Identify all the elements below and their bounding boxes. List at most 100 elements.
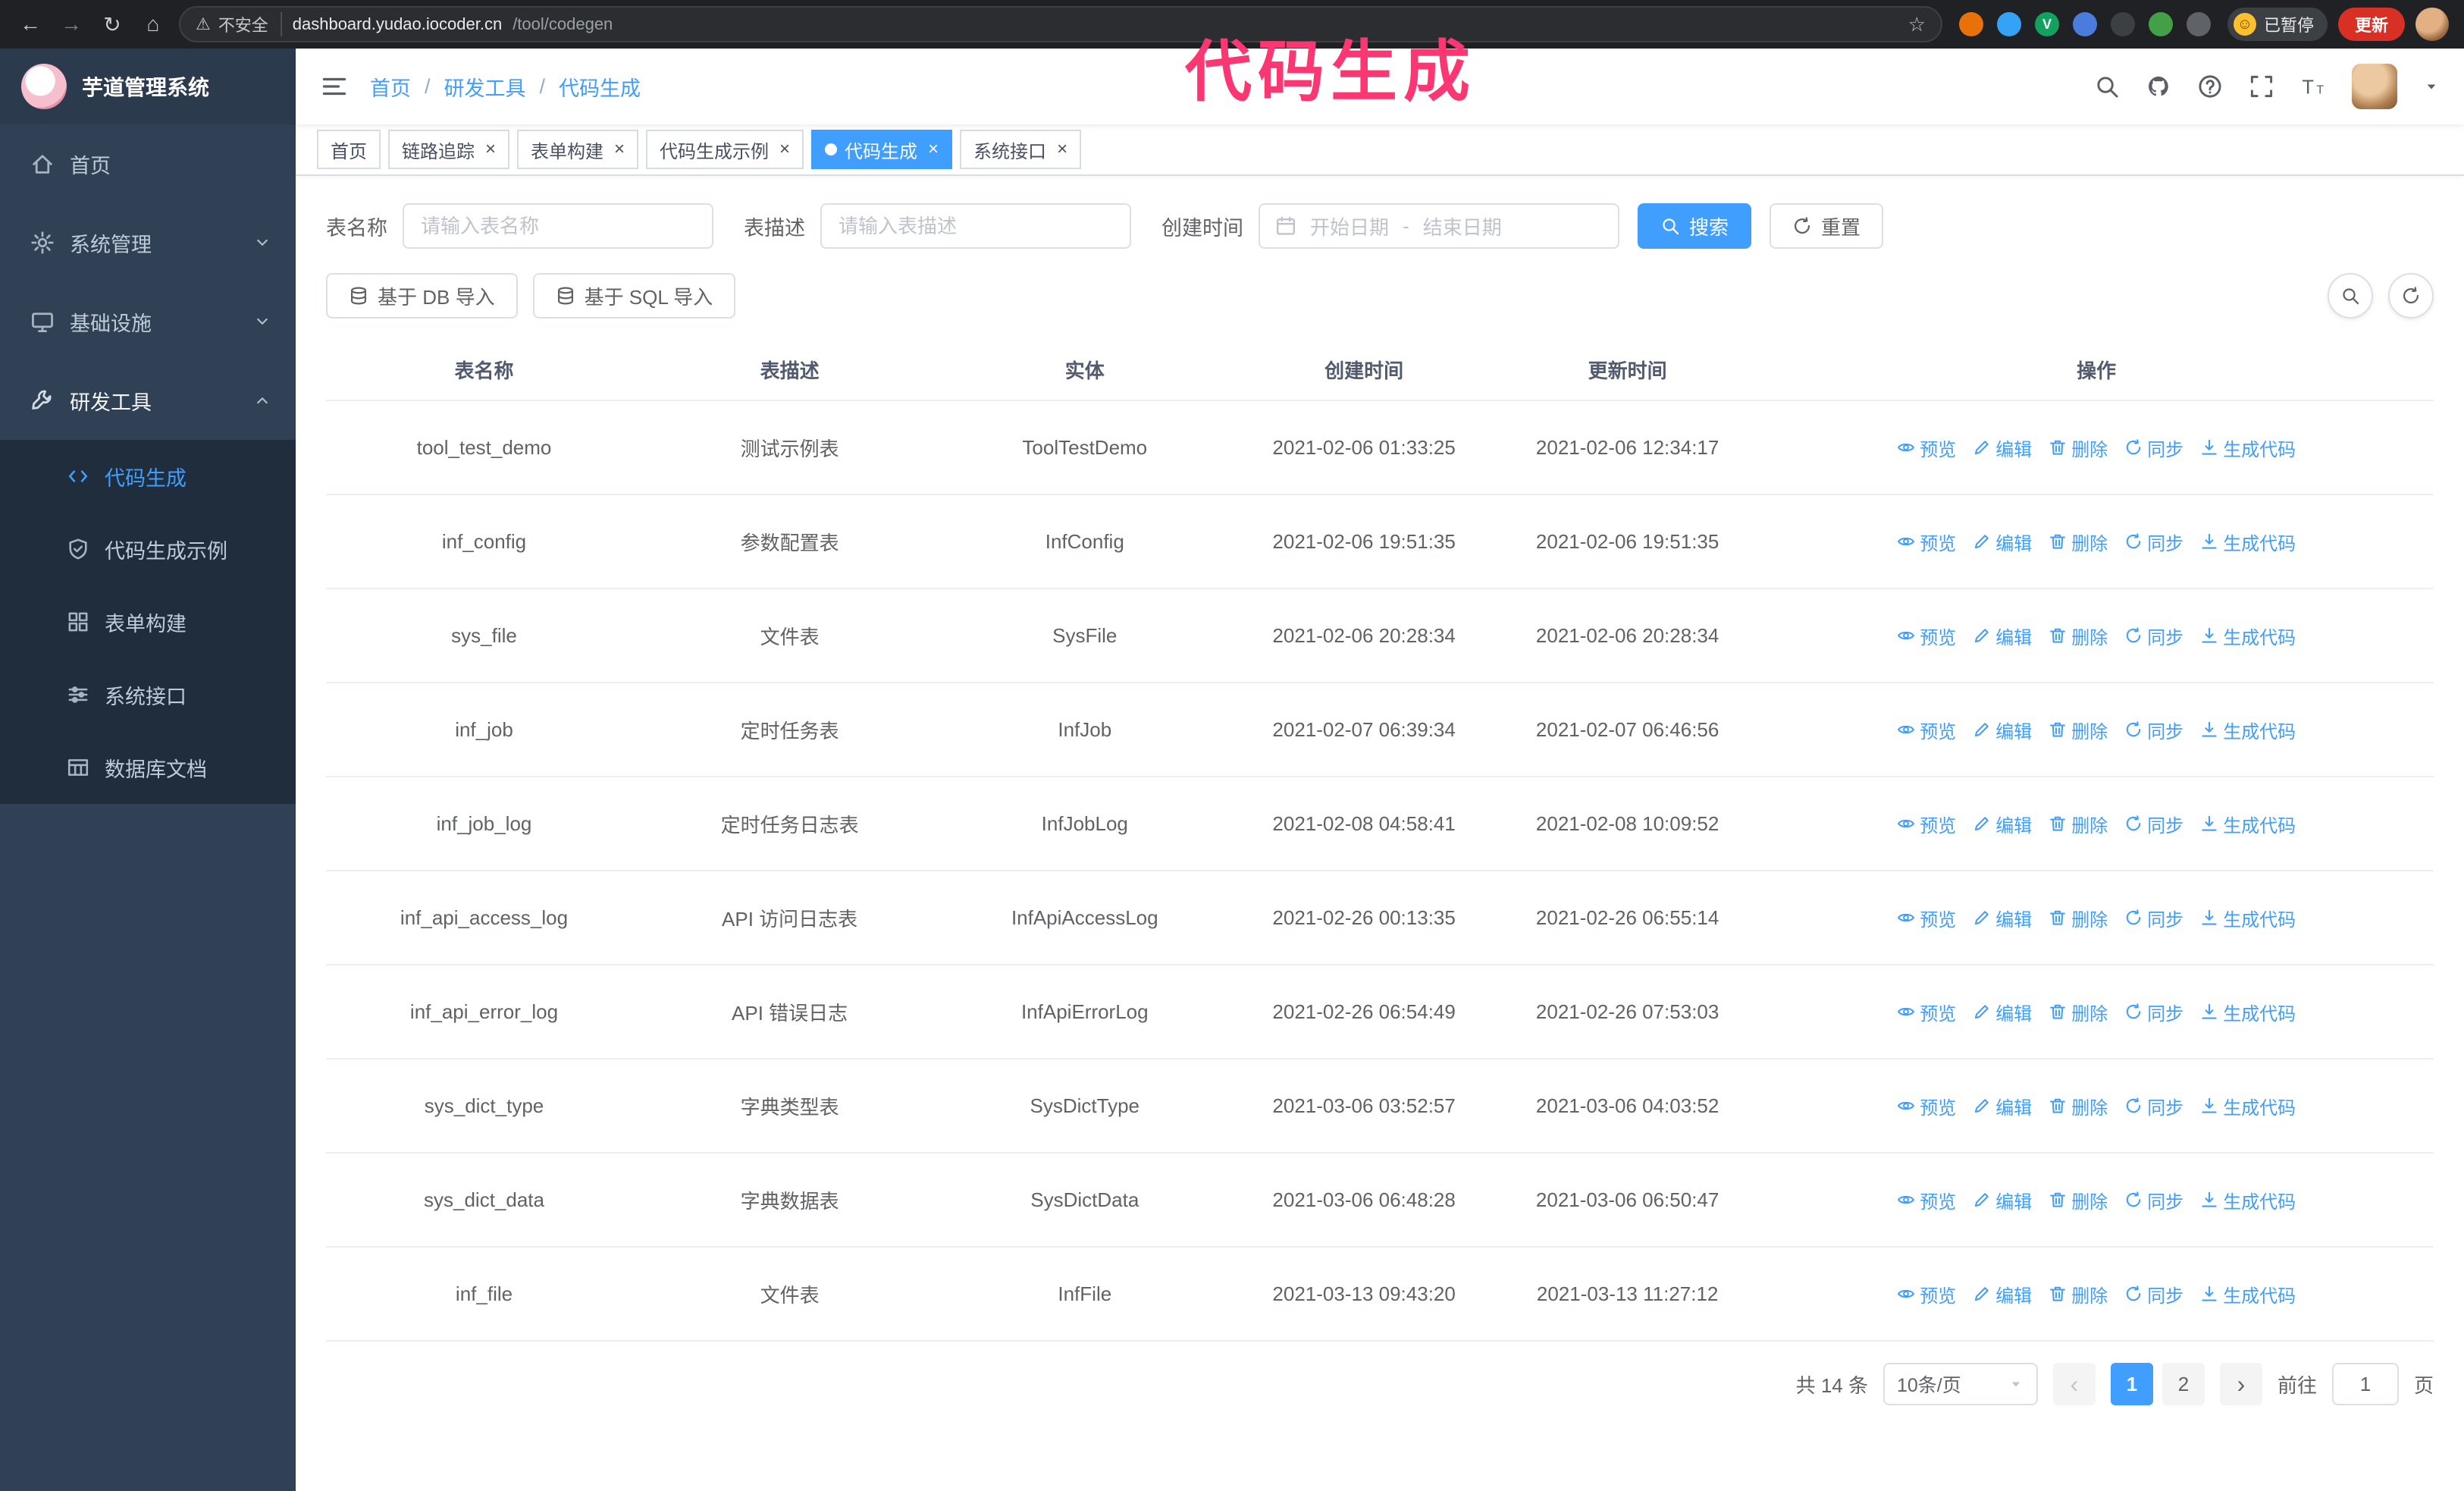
delete-link[interactable]: 删除 xyxy=(2049,1281,2108,1307)
delete-link[interactable]: 删除 xyxy=(2049,1187,2108,1213)
sidebar-item-codegen-example[interactable]: 代码生成示例 xyxy=(0,513,296,585)
page-button[interactable]: 2 xyxy=(2161,1363,2205,1405)
date-range-picker[interactable]: 开始日期 - 结束日期 xyxy=(1259,203,1619,249)
search-icon[interactable] xyxy=(2094,74,2120,99)
sync-link[interactable]: 同步 xyxy=(2124,435,2183,461)
extension-icon[interactable] xyxy=(1958,12,1983,36)
bookmark-star-icon[interactable]: ☆ xyxy=(1908,13,1926,36)
generate-code-link[interactable]: 生成代码 xyxy=(2200,1093,2296,1119)
close-icon[interactable]: × xyxy=(928,140,939,159)
sync-link[interactable]: 同步 xyxy=(2124,811,2183,837)
delete-link[interactable]: 删除 xyxy=(2049,1093,2108,1119)
delete-link[interactable]: 删除 xyxy=(2049,435,2108,461)
preview-link[interactable]: 预览 xyxy=(1897,529,1956,555)
preview-link[interactable]: 预览 xyxy=(1897,435,1956,461)
sidebar-item-db-doc[interactable]: 数据库文档 xyxy=(0,731,296,804)
breadcrumb-item[interactable]: 研发工具 xyxy=(444,72,526,102)
sidebar-toggle-icon[interactable] xyxy=(320,72,349,101)
preview-link[interactable]: 预览 xyxy=(1897,999,1956,1025)
edit-link[interactable]: 编辑 xyxy=(1973,999,2032,1025)
search-button[interactable]: 搜索 xyxy=(1638,203,1752,249)
extension-icon[interactable] xyxy=(2148,12,2173,36)
sync-link[interactable]: 同步 xyxy=(2124,717,2183,743)
sidebar-item-devtools[interactable]: 研发工具 xyxy=(0,361,296,440)
profile-paused-chip[interactable]: ☺ 已暂停 xyxy=(2227,8,2328,41)
close-icon[interactable]: × xyxy=(485,140,496,159)
prev-page-button[interactable]: ‹ xyxy=(2052,1363,2096,1405)
edit-link[interactable]: 编辑 xyxy=(1973,623,2032,649)
sync-link[interactable]: 同步 xyxy=(2124,623,2183,649)
generate-code-link[interactable]: 生成代码 xyxy=(2200,1281,2296,1307)
edit-link[interactable]: 编辑 xyxy=(1973,1187,2032,1213)
breadcrumb-item[interactable]: 首页 xyxy=(370,72,411,102)
tab[interactable]: 链路追踪 × xyxy=(388,130,510,169)
sidebar-item-home[interactable]: 首页 xyxy=(0,124,296,203)
sync-link[interactable]: 同步 xyxy=(2124,1093,2183,1119)
edit-link[interactable]: 编辑 xyxy=(1973,529,2032,555)
refresh-table-button[interactable] xyxy=(2388,273,2434,319)
delete-link[interactable]: 删除 xyxy=(2049,905,2108,931)
goto-page-input[interactable] xyxy=(2331,1363,2399,1405)
preview-link[interactable]: 预览 xyxy=(1897,623,1956,649)
sidebar-item-system-api[interactable]: 系统接口 xyxy=(0,658,296,731)
close-icon[interactable]: × xyxy=(1057,140,1067,159)
browser-update-button[interactable]: 更新 xyxy=(2337,8,2405,41)
generate-code-link[interactable]: 生成代码 xyxy=(2200,811,2296,837)
generate-code-link[interactable]: 生成代码 xyxy=(2200,623,2296,649)
edit-link[interactable]: 编辑 xyxy=(1973,1093,2032,1119)
reset-button[interactable]: 重置 xyxy=(1770,203,1884,249)
sync-link[interactable]: 同步 xyxy=(2124,529,2183,555)
tab[interactable]: 代码生成示例 × xyxy=(646,130,804,169)
extension-icon[interactable] xyxy=(2072,12,2097,36)
page-button[interactable]: 1 xyxy=(2110,1363,2153,1405)
app-logo[interactable]: 芋道管理系统 xyxy=(0,49,296,124)
edit-link[interactable]: 编辑 xyxy=(1973,905,2032,931)
generate-code-link[interactable]: 生成代码 xyxy=(2200,999,2296,1025)
sidebar-item-codegen[interactable]: 代码生成 xyxy=(0,440,296,513)
table-name-input[interactable] xyxy=(403,203,713,249)
generate-code-link[interactable]: 生成代码 xyxy=(2200,905,2296,931)
import-sql-button[interactable]: 基于 SQL 导入 xyxy=(532,273,736,319)
preview-link[interactable]: 预览 xyxy=(1897,1187,1956,1213)
edit-link[interactable]: 编辑 xyxy=(1973,717,2032,743)
preview-link[interactable]: 预览 xyxy=(1897,1281,1956,1307)
page-size-select[interactable]: 10条/页 xyxy=(1882,1363,2038,1405)
breadcrumb-item[interactable]: 代码生成 xyxy=(559,72,641,102)
next-page-button[interactable]: › xyxy=(2219,1363,2262,1405)
tab[interactable]: 表单构建 × xyxy=(517,130,639,169)
extension-icon[interactable] xyxy=(1996,12,2021,36)
preview-link[interactable]: 预览 xyxy=(1897,811,1956,837)
delete-link[interactable]: 删除 xyxy=(2049,999,2108,1025)
delete-link[interactable]: 删除 xyxy=(2049,623,2108,649)
browser-profile-avatar[interactable] xyxy=(2415,8,2449,41)
sidebar-item-system[interactable]: 系统管理 xyxy=(0,203,296,282)
generate-code-link[interactable]: 生成代码 xyxy=(2200,529,2296,555)
extension-icon[interactable] xyxy=(2110,12,2135,36)
delete-link[interactable]: 删除 xyxy=(2049,529,2108,555)
sync-link[interactable]: 同步 xyxy=(2124,1281,2183,1307)
extension-icon[interactable]: V xyxy=(2034,12,2059,36)
import-db-button[interactable]: 基于 DB 导入 xyxy=(326,273,518,319)
sidebar-item-form-builder[interactable]: 表单构建 xyxy=(0,585,296,658)
tab[interactable]: 代码生成 × xyxy=(811,130,953,169)
generate-code-link[interactable]: 生成代码 xyxy=(2200,1187,2296,1213)
table-desc-input[interactable] xyxy=(820,203,1131,249)
delete-link[interactable]: 删除 xyxy=(2049,811,2108,837)
generate-code-link[interactable]: 生成代码 xyxy=(2200,717,2296,743)
toggle-search-button[interactable] xyxy=(2328,273,2373,319)
github-icon[interactable] xyxy=(2146,74,2171,99)
browser-reload-icon[interactable]: ↻ xyxy=(97,9,127,39)
browser-back-icon[interactable]: ← xyxy=(15,9,45,39)
tab[interactable]: 首页 xyxy=(317,130,381,169)
delete-link[interactable]: 删除 xyxy=(2049,717,2108,743)
sidebar-item-infra[interactable]: 基础设施 xyxy=(0,282,296,361)
edit-link[interactable]: 编辑 xyxy=(1973,1281,2032,1307)
caret-down-icon[interactable] xyxy=(2423,78,2440,95)
fullscreen-icon[interactable] xyxy=(2249,74,2274,99)
extension-icon[interactable] xyxy=(2186,12,2211,36)
edit-link[interactable]: 编辑 xyxy=(1973,811,2032,837)
preview-link[interactable]: 预览 xyxy=(1897,717,1956,743)
tab[interactable]: 系统接口 × xyxy=(960,130,1082,169)
sync-link[interactable]: 同步 xyxy=(2124,1187,2183,1213)
preview-link[interactable]: 预览 xyxy=(1897,1093,1956,1119)
